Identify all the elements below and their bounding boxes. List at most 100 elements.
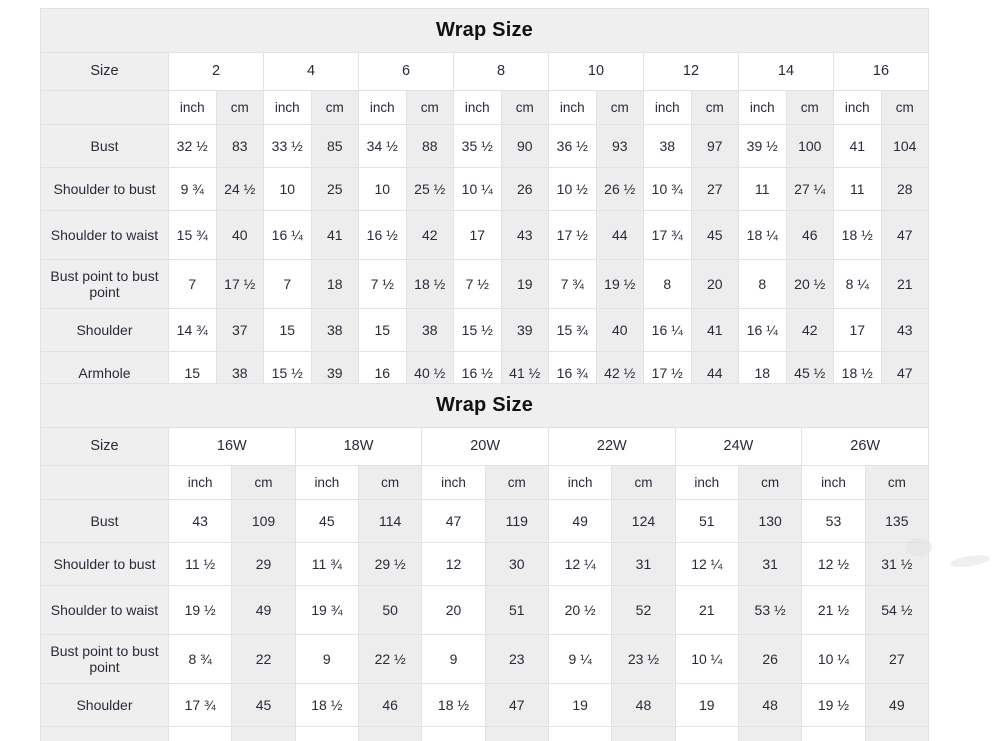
measurement-value: 15 ¾ (549, 309, 597, 352)
table-title-row: Wrap Size (41, 9, 929, 53)
measurement-value: 17 ¾ (644, 211, 692, 260)
table-row: Bust32 ½8333 ½8534 ½8835 ½9036 ½93389739… (41, 125, 929, 168)
measurement-value: 17 (454, 211, 502, 260)
measurement-value: 19 ½ (802, 684, 865, 727)
measurement-value: 9 ¾ (169, 168, 217, 211)
measurement-value: 51 (485, 586, 548, 635)
measurement-value: 9 (422, 635, 485, 684)
measurement-value: 33 ½ (264, 125, 312, 168)
measurement-value: 52 (358, 727, 421, 741)
unit-header-cm: cm (691, 91, 739, 125)
size-chart-page: Wrap SizeSize246810121416inchcminchcminc… (0, 0, 1000, 741)
size-header-cell-22W: 22W (548, 428, 675, 466)
measurement-label: Shoulder to waist (41, 211, 169, 260)
measurement-value: 11 ¾ (295, 543, 358, 586)
measurement-value: 49 (865, 684, 928, 727)
measurement-value: 21 ½ (802, 586, 865, 635)
unit-header-cm: cm (865, 466, 928, 500)
measurement-value: 18 ½ (295, 684, 358, 727)
measurement-value: 8 ¾ (169, 635, 232, 684)
table-row: Bust point to bust point8 ¾22922 ½9239 ¼… (41, 635, 929, 684)
measurement-value: 52 ½ (485, 727, 548, 741)
measurement-value: 10 (359, 168, 407, 211)
measurement-value: 10 ½ (549, 168, 597, 211)
measurement-value: 47 (422, 500, 485, 543)
measurement-label-text: Bust (47, 513, 162, 529)
measurement-value: 19 (675, 684, 738, 727)
measurement-value: 7 ¾ (549, 260, 597, 309)
unit-header-cm: cm (881, 91, 929, 125)
unit-header-inch: inch (295, 466, 358, 500)
measurement-label-text: Shoulder to bust (47, 556, 162, 572)
unit-header-row: inchcminchcminchcminchcminchcminchcm (41, 466, 929, 500)
measurement-value: 36 ½ (549, 125, 597, 168)
measurement-value: 54 ½ (612, 727, 675, 741)
measurement-value: 7 ½ (359, 260, 407, 309)
measurement-value: 12 ¼ (675, 543, 738, 586)
measurement-value: 29 (232, 543, 295, 586)
measurement-value: 15 (359, 309, 407, 352)
measurement-label: Shoulder to bust (41, 168, 169, 211)
measurement-value: 22 (232, 635, 295, 684)
size-header-cell-26W: 26W (802, 428, 929, 466)
measurement-value: 85 (311, 125, 359, 168)
measurement-value: 20 (691, 260, 739, 309)
measurement-value: 97 (691, 125, 739, 168)
measurement-value: 30 (485, 543, 548, 586)
size-header-row: Size16W18W20W22W24W26W (41, 428, 929, 466)
measurement-value: 10 (264, 168, 312, 211)
size-header-cell-24W: 24W (675, 428, 802, 466)
unit-header-inch: inch (359, 91, 407, 125)
table-title: Wrap Size (41, 384, 929, 428)
measurement-value: 49 (548, 500, 611, 543)
measurement-value: 20 (422, 586, 485, 635)
measurement-value: 54 ½ (865, 727, 928, 741)
measurement-value: 25 ½ (406, 168, 454, 211)
measurement-value: 19 ½ (169, 586, 232, 635)
measurement-value: 22 ½ (358, 635, 421, 684)
measurement-label: Shoulder (41, 684, 169, 727)
measurement-value: 50 (358, 586, 421, 635)
measurement-value: 24 ½ (216, 168, 264, 211)
unit-header-cm: cm (612, 466, 675, 500)
unit-header-cm: cm (311, 91, 359, 125)
measurement-value: 48 (738, 684, 801, 727)
measurement-value: 8 (739, 260, 787, 309)
measurement-value: 38 (406, 309, 454, 352)
unit-header-cm: cm (738, 466, 801, 500)
measurement-value: 18 ½ (406, 260, 454, 309)
measurement-value: 47 (485, 684, 548, 727)
size-header-cell-20W: 20W (422, 428, 549, 466)
measurement-value: 7 (169, 260, 217, 309)
measurement-label-text: Shoulder (47, 697, 162, 713)
measurement-value: 49 (232, 727, 295, 741)
measurement-label-text: Shoulder to bust (47, 181, 162, 197)
unit-header-inch: inch (264, 91, 312, 125)
measurement-value: 18 ½ (422, 684, 485, 727)
measurement-label: Shoulder to waist (41, 586, 169, 635)
measurement-value: 18 ¼ (739, 211, 787, 260)
table-row: Bust point to bust point717 ½7187 ½18 ½7… (41, 260, 929, 309)
measurement-value: 19 (548, 684, 611, 727)
measurement-value: 109 (232, 500, 295, 543)
measurement-value: 16 ¼ (739, 309, 787, 352)
measurement-value: 27 ¼ (786, 168, 834, 211)
measurement-value: 16 ½ (359, 211, 407, 260)
measurement-value: 17 ¾ (169, 684, 232, 727)
measurement-value: 40 (216, 211, 264, 260)
size-header-cell-12: 12 (644, 53, 739, 91)
measurement-value: 54 ½ (865, 586, 928, 635)
table-row: Bust431094511447119491245113053135 (41, 500, 929, 543)
measurement-label-text: Armhole (47, 365, 162, 381)
unit-header-inch: inch (422, 466, 485, 500)
measurement-label-text: Shoulder to waist (47, 227, 162, 243)
measurement-value: 41 (311, 211, 359, 260)
measurement-value: 11 (834, 168, 882, 211)
measurement-value: 9 (295, 635, 358, 684)
measurement-value: 88 (406, 125, 454, 168)
unit-header-cm: cm (232, 466, 295, 500)
measurement-value: 43 (169, 500, 232, 543)
measurement-value: 124 (612, 500, 675, 543)
table-row: Shoulder14 ¾371538153815 ½3915 ¾4016 ¼41… (41, 309, 929, 352)
measurement-value: 19 ½ (169, 727, 232, 741)
